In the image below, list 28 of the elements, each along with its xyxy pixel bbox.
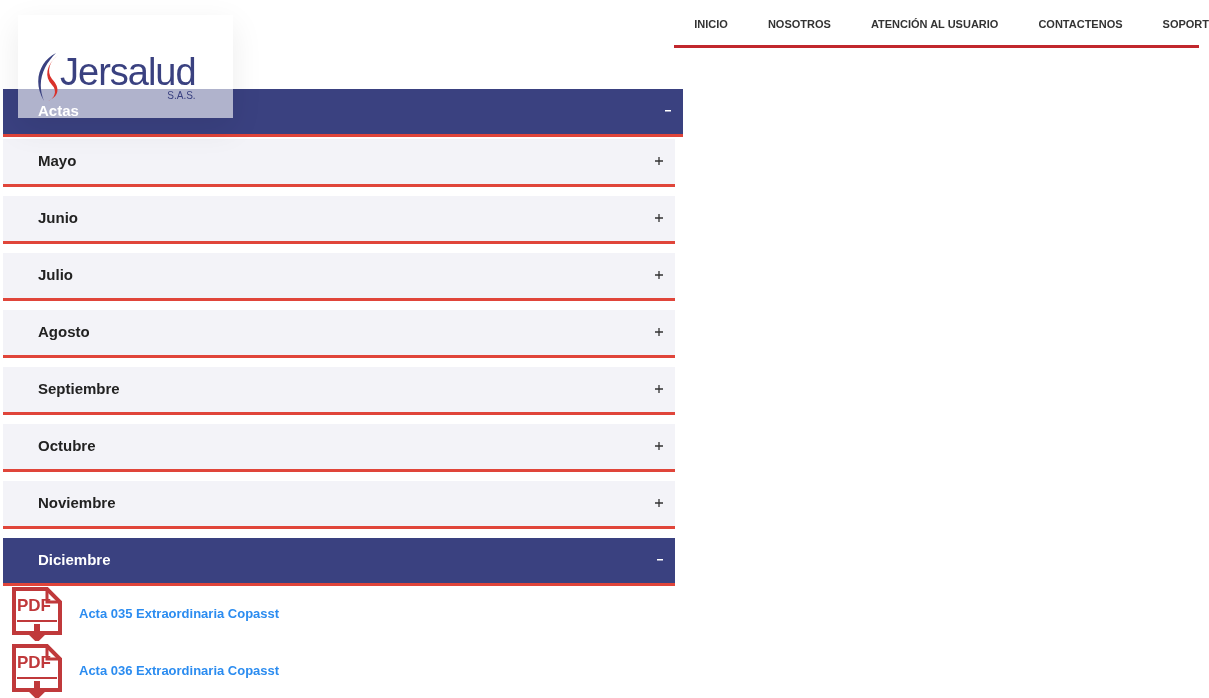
accordion-title: Actas [38,100,79,121]
month-panel[interactable]: Julio [3,252,675,301]
month-title: Septiembre [38,378,120,399]
month-title: Junio [38,207,78,228]
logo-suffix: S.A.S. [167,90,196,101]
nav-link[interactable]: SOPORT [1162,14,1209,35]
month-panel[interactable]: Agosto [3,309,675,358]
nav-link[interactable]: ATENCIÓN AL USUARIO [870,14,999,35]
month-panel[interactable]: Septiembre [3,366,675,415]
month-title: Octubre [38,435,96,456]
nav-link[interactable]: CONTACTENOS [1038,14,1123,35]
month-title: Mayo [38,150,77,171]
month-title: Agosto [38,321,90,342]
month-panel[interactable]: Junio [3,195,675,244]
pdf-icon: PDF [11,586,63,641]
document-link[interactable]: Acta 036 Extraordinaria Copasst [79,660,280,681]
pdf-icon: PDF [11,643,63,698]
logo-name: Jersalud [60,52,196,91]
month-panel[interactable]: Mayo [3,138,675,187]
month-title: Diciembre [38,549,111,570]
document-link[interactable]: Acta 035 Extraordinaria Copasst [79,603,280,624]
month-title: Julio [38,264,73,285]
nav-link[interactable]: INICIO [694,14,728,35]
month-panel[interactable]: Diciembre [3,537,675,586]
month-panel[interactable]: Noviembre [3,480,675,529]
month-title: Noviembre [38,492,116,513]
month-panel[interactable]: Octubre [3,423,675,472]
nav-link[interactable]: NOSOTROS [767,14,831,35]
